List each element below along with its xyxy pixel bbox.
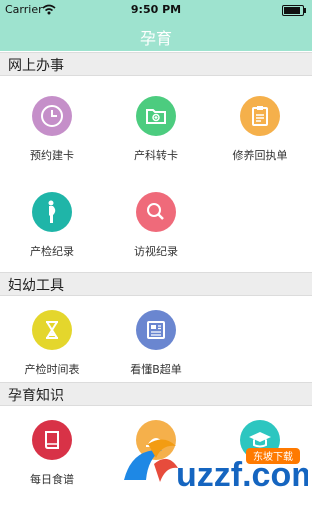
section-header-maternal-tools: 妇幼工具 xyxy=(0,272,312,296)
book-icon xyxy=(32,420,72,460)
grid-item-label: 访视纪录 xyxy=(134,245,178,258)
search-icon xyxy=(136,192,176,232)
nav-bar: 孕育 xyxy=(0,20,312,51)
grid-item-checkup-schedule[interactable]: 产检时间表 xyxy=(0,294,104,390)
watermark-logo: uzzf.com 东坡下载 xyxy=(118,428,320,500)
section-title: 妇幼工具 xyxy=(8,278,64,294)
folder-plus-icon xyxy=(136,96,176,136)
section-title: 网上办事 xyxy=(8,58,64,74)
pregnant-woman-icon xyxy=(32,192,72,232)
grid-item-appointment-card[interactable]: 预约建卡 xyxy=(0,80,104,176)
section-header-parenting-knowledge: 孕育知识 xyxy=(0,382,312,406)
clock-icon xyxy=(32,96,72,136)
page-title: 孕育 xyxy=(139,29,172,48)
grid-item-prenatal-records[interactable]: 产检纪录 xyxy=(0,176,104,272)
clipboard-icon xyxy=(240,96,280,136)
grid-item-label: 修养回执单 xyxy=(232,149,288,162)
status-time: 9:50 PM xyxy=(130,3,182,16)
grid-item-label: 产检时间表 xyxy=(24,363,80,376)
grid-item-transfer-card[interactable]: 产科转卡 xyxy=(104,80,208,176)
section-header-online-services: 网上办事 xyxy=(0,52,312,76)
hourglass-icon xyxy=(32,310,72,350)
grid-item-label: 看懂B超单 xyxy=(130,363,182,376)
status-bar: Carrier 9:50 PM xyxy=(0,0,312,20)
grid-item-label: 每日食谱 xyxy=(30,473,74,486)
report-icon xyxy=(136,310,176,350)
grid-item-visit-records[interactable]: 访视纪录 xyxy=(104,176,208,272)
grid-item-ultrasound-guide[interactable]: 看懂B超单 xyxy=(104,294,208,390)
battery-fill xyxy=(284,7,300,14)
grid-item-label: 产科转卡 xyxy=(134,149,178,162)
watermark-badge: 东坡下载 xyxy=(253,450,293,463)
battery-icon xyxy=(282,5,306,16)
grid-item-recuperation-receipt[interactable]: 修养回执单 xyxy=(208,80,312,176)
grid-item-label: 预约建卡 xyxy=(30,149,74,162)
section-title: 孕育知识 xyxy=(8,388,64,404)
grid-item-daily-recipes[interactable]: 每日食谱 xyxy=(0,404,104,500)
grid-item-label: 产检纪录 xyxy=(30,245,74,258)
